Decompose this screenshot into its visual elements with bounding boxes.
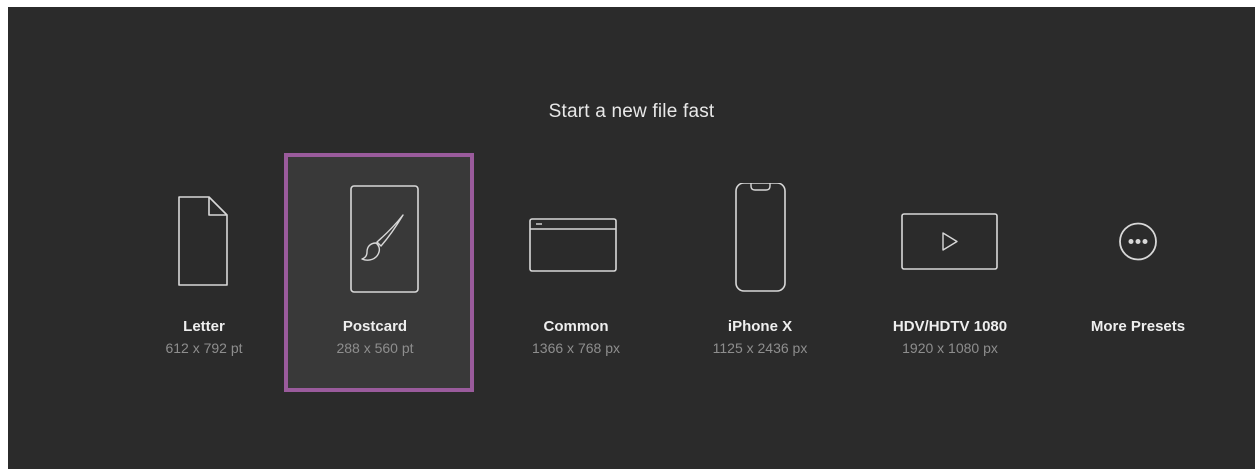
preset-iphone-x[interactable]: iPhone X 1125 x 2436 px xyxy=(665,153,855,392)
new-file-panel: Start a new file fast Letter 612 x 792 p… xyxy=(8,7,1255,469)
preset-dimensions: 612 x 792 pt xyxy=(165,340,243,356)
preset-common[interactable]: Common 1366 x 768 px xyxy=(481,153,671,392)
more-icon xyxy=(1043,183,1233,303)
preset-hdv-hdtv-1080[interactable]: HDV/HDTV 1080 1920 x 1080 px xyxy=(855,153,1045,392)
preset-postcard[interactable]: Postcard 288 x 560 pt xyxy=(284,153,474,392)
preset-dimensions: 1125 x 2436 px xyxy=(712,340,808,356)
preset-name: HDV/HDTV 1080 xyxy=(892,318,1008,335)
preset-name: Postcard xyxy=(342,318,408,335)
preset-dimensions: 1920 x 1080 px xyxy=(902,340,998,356)
video-play-icon xyxy=(855,183,1045,303)
panel-heading: Start a new file fast xyxy=(548,101,715,122)
browser-window-icon xyxy=(481,183,671,303)
preset-name: More Presets xyxy=(1090,318,1186,335)
preset-letter[interactable]: Letter 612 x 792 pt xyxy=(109,153,299,392)
preset-dimensions: 288 x 560 pt xyxy=(336,340,414,356)
preset-more-presets[interactable]: More Presets xyxy=(1043,153,1233,392)
preset-name: Common xyxy=(543,318,609,335)
paintbrush-icon xyxy=(284,183,466,303)
preset-dimensions: 1366 x 768 px xyxy=(532,340,620,356)
preset-name: Letter xyxy=(183,318,225,335)
preset-name: iPhone X xyxy=(727,318,793,335)
document-icon xyxy=(109,183,299,303)
phone-icon xyxy=(665,183,855,303)
